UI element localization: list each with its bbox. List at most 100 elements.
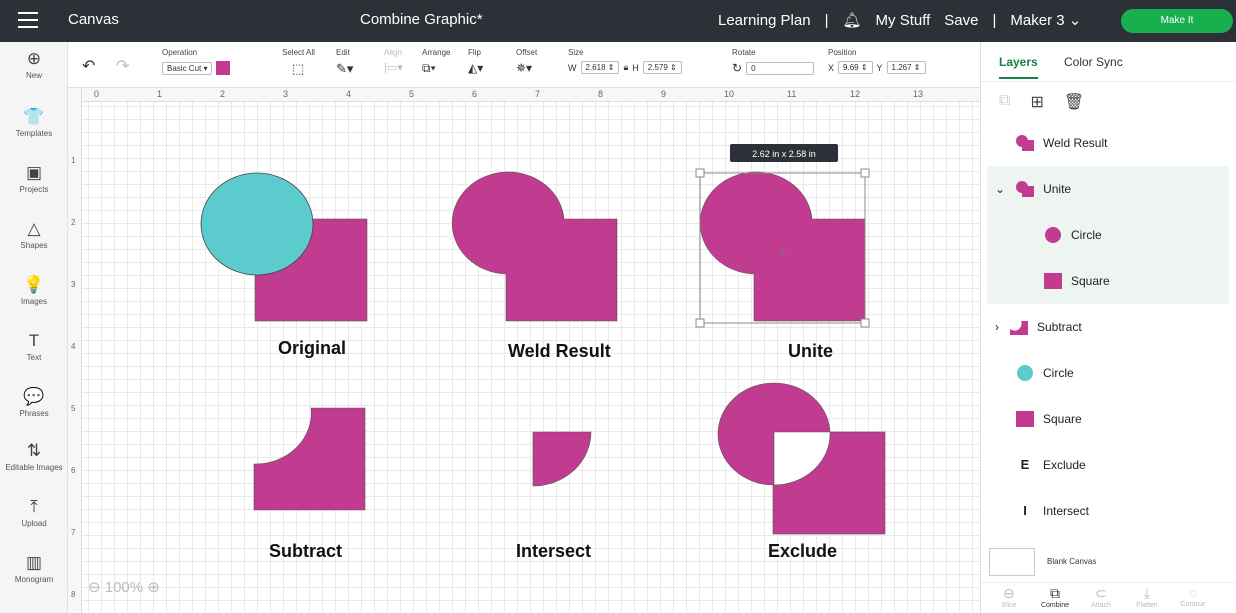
my-stuff-link[interactable]: My Stuff <box>876 12 931 29</box>
resize-handle[interactable] <box>860 318 870 328</box>
tool-label: Combine <box>1040 602 1069 609</box>
weld-shape[interactable] <box>451 171 618 322</box>
offset-group[interactable]: Offset ✵▾ <box>516 48 537 75</box>
circle-shape-icon <box>1043 227 1063 243</box>
undo-icon[interactable]: ↶ <box>82 56 95 76</box>
color-swatch[interactable] <box>216 61 231 75</box>
layer-item-square[interactable]: Square <box>987 396 1229 442</box>
align-group[interactable]: Align |▭▾ <box>384 48 403 74</box>
sidebar-item-monogram[interactable]: ▥ Monogram <box>0 554 68 585</box>
zoom-out-icon[interactable]: ⊖ <box>88 579 101 596</box>
text-layer-icon: E <box>1020 457 1030 472</box>
ruler-tick-label: 13 <box>913 89 924 99</box>
tab-color-sync[interactable]: Color Sync <box>1064 55 1123 69</box>
sidebar-item-label: New <box>25 71 42 80</box>
trash-icon[interactable]: 🗑︎ <box>1064 92 1084 112</box>
size-group: Size W 2.618 ⇕ 🔒︎ H 2.579 ⇕ <box>568 48 682 74</box>
sidebar-item-templates[interactable]: 👕 Templates <box>0 108 68 139</box>
combine-tools: ⊖ Slice ⧉ Combine ⊂ Attach ⤓ Flatten ◌ Contour <box>981 582 1236 613</box>
sidebar-item-projects[interactable]: ▣ Projects <box>0 164 68 195</box>
rotate-input[interactable]: 0 <box>746 61 815 75</box>
images-icon: 💡 <box>23 275 45 294</box>
chevron-down-icon: ⌄ <box>1068 12 1082 29</box>
layer-item-weld-result[interactable]: Weld Result <box>987 120 1229 166</box>
rotate-icon: ↻ <box>732 61 743 75</box>
document-title[interactable]: Combine Graphic* <box>360 11 483 28</box>
machine-select[interactable]: Maker 3 ⌄ <box>1010 11 1081 29</box>
operation-label: Operation <box>162 48 198 57</box>
combo-shape-icon <box>1015 135 1035 151</box>
expand-chevron-icon[interactable]: ⌄ <box>995 182 1005 196</box>
redo-icon[interactable]: ↷ <box>116 56 129 76</box>
layer-item-unite[interactable]: ⌄ Unite <box>987 166 1229 212</box>
w-label: W <box>568 62 577 73</box>
subtract-shape[interactable] <box>253 407 366 511</box>
panel-tabs: Layers Color Sync <box>981 42 1236 82</box>
resize-handle[interactable] <box>695 168 705 178</box>
height-input[interactable]: 2.579 ⇕ <box>642 61 682 74</box>
original-circle[interactable] <box>200 172 314 276</box>
sidebar-item-images[interactable]: 💡 Images <box>0 275 68 307</box>
sidebar-item-new[interactable]: ⊕ New <box>0 50 68 81</box>
resize-handle[interactable] <box>695 318 705 328</box>
save-button[interactable]: Save <box>944 12 978 29</box>
menu-icon[interactable] <box>18 12 38 28</box>
blank-canvas-row[interactable]: Blank Canvas <box>989 546 1229 578</box>
unite-shape[interactable] <box>699 171 866 322</box>
phrases-icon: 💬 <box>23 387 45 406</box>
layer-item-subtract[interactable]: › Subtract <box>987 304 1229 350</box>
ungroup-icon[interactable]: ⧉ <box>999 92 1010 112</box>
app-name: Canvas <box>68 11 119 28</box>
size-label: Size <box>568 48 584 57</box>
sidebar-item-upload[interactable]: ⤒ Upload <box>0 498 68 529</box>
layer-item-exclude[interactable]: E Exclude <box>987 442 1229 488</box>
edit-group[interactable]: Edit ✎▾ <box>336 48 353 77</box>
square-shape-icon <box>1015 411 1035 427</box>
y-label: Y <box>876 62 883 73</box>
arrange-label: Arrange <box>422 48 451 57</box>
select-all-group[interactable]: Select All ⬚ <box>282 48 315 77</box>
sidebar-item-label: Images <box>20 297 48 306</box>
resize-handle[interactable] <box>860 168 870 178</box>
ruler-tick-label: 4 <box>346 89 352 99</box>
zoom-in-icon[interactable]: ⊕ <box>147 579 160 596</box>
layer-item-intersect[interactable]: I Intersect <box>987 488 1229 534</box>
sidebar-item-phrases[interactable]: 💬 Phrases <box>0 387 68 419</box>
sidebar-item-text[interactable]: T Text <box>0 332 68 363</box>
lock-icon[interactable]: 🔒︎ <box>623 62 628 73</box>
make-it-button[interactable]: Make It <box>1121 9 1233 33</box>
attach-button[interactable]: ⊂ Attach <box>1081 585 1121 609</box>
collapse-chevron-icon[interactable]: › <box>995 320 999 334</box>
layer-item-square[interactable]: Square <box>987 258 1229 304</box>
width-input[interactable]: 2.618 ⇕ <box>580 61 620 74</box>
operation-value: Basic Cut <box>167 63 202 73</box>
sidebar-item-label: Editable Images <box>5 463 63 472</box>
learning-plan-link[interactable]: Learning Plan <box>718 12 811 29</box>
bell-icon[interactable]: 🔔︎ <box>842 11 861 29</box>
combine-button[interactable]: ⧉ Combine <box>1035 585 1075 609</box>
tool-label: Contour <box>1180 601 1206 608</box>
tab-layers[interactable]: Layers <box>999 55 1038 79</box>
flatten-button[interactable]: ⤓ Flatten <box>1127 585 1167 609</box>
position-label: Position <box>828 48 857 57</box>
width-value: 2.618 <box>585 63 606 72</box>
sidebar-item-editable-images[interactable]: ⇅ Editable Images <box>0 442 68 473</box>
height-value: 2.579 <box>647 63 668 72</box>
slice-button[interactable]: ⊖ Slice <box>989 585 1029 609</box>
layer-item-circle[interactable]: Circle <box>987 212 1229 258</box>
arrange-group[interactable]: Arrange ⧉▾ <box>422 48 450 76</box>
intersect-shape[interactable] <box>532 431 592 487</box>
design-canvas[interactable]: 2.62 in x 2.58 in Original Weld Result U… <box>68 88 980 613</box>
y-input[interactable]: 1.267 ⇕ <box>886 61 926 74</box>
layer-item-circle[interactable]: Circle <box>987 350 1229 396</box>
circle-shape-icon <box>1015 365 1035 381</box>
label-exclude: Exclude <box>768 541 838 561</box>
flip-group[interactable]: Flip ◭▾ <box>468 48 483 75</box>
sidebar-item-shapes[interactable]: △ Shapes <box>0 220 68 251</box>
operation-select[interactable]: Basic Cut ▾ <box>162 61 213 75</box>
duplicate-icon[interactable]: ⊞ <box>1030 92 1043 112</box>
x-input[interactable]: 9.69 ⇕ <box>838 61 873 74</box>
contour-button[interactable]: ◌ Contour <box>1173 585 1213 608</box>
rotate-value: 0 <box>751 63 756 73</box>
ruler-tick-label: 2 <box>71 218 76 227</box>
